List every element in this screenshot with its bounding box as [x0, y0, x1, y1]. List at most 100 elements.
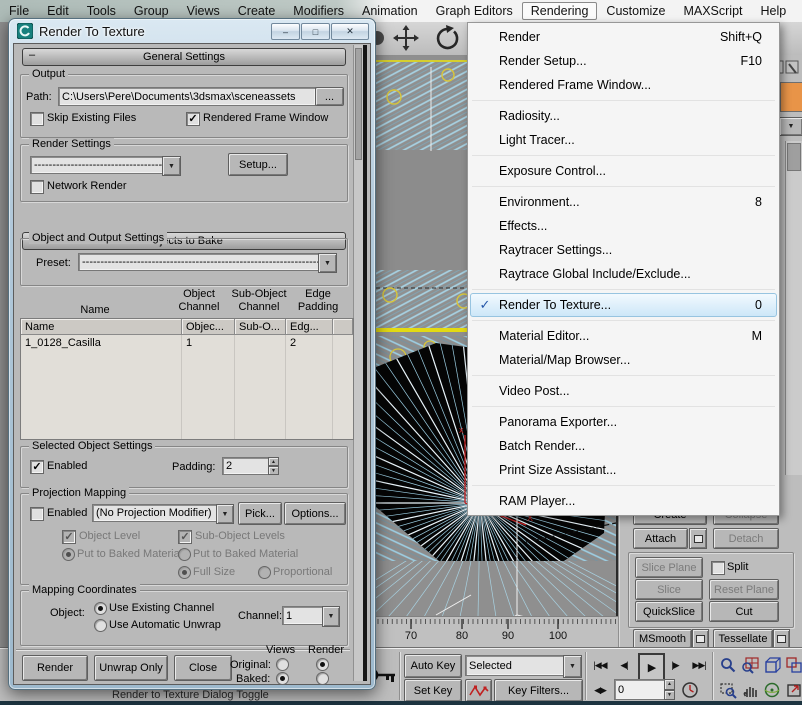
play-button[interactable]: ▶ [638, 653, 665, 681]
minimize-button[interactable]: – [271, 23, 300, 40]
menu-help[interactable]: Help [752, 2, 796, 20]
rollout-general-settings[interactable]: – General Settings [22, 48, 346, 66]
time-configuration-button[interactable] [679, 679, 701, 700]
sub-object-levels-checkbox[interactable]: ✓ [178, 530, 192, 544]
use-existing-channel-radio[interactable] [94, 602, 107, 615]
zoom-extents-all-button[interactable] [783, 653, 802, 676]
menu-rendering[interactable]: Rendering [522, 2, 598, 20]
default-tangent-button[interactable] [465, 679, 492, 702]
selection-set-dropdown[interactable]: Selected [465, 655, 571, 676]
col-sub-object-channel[interactable]: Sub-O... [235, 319, 286, 335]
slice-button[interactable]: Slice [635, 579, 703, 600]
go-to-end-button[interactable]: ▶▶| [688, 655, 710, 676]
proportional-radio[interactable] [258, 566, 271, 579]
preset-dropdown-arrow[interactable]: ▼ [318, 253, 337, 273]
tessellate-button[interactable]: Tessellate [713, 629, 773, 649]
next-frame-button[interactable]: |▶ [664, 655, 686, 676]
put-to-baked-sub-radio[interactable] [178, 548, 191, 561]
original-views-radio[interactable] [276, 658, 289, 671]
slice-plane-button[interactable]: Slice Plane [635, 557, 703, 578]
network-render-checkbox[interactable] [30, 180, 44, 194]
set-key-button[interactable]: Set Key [404, 679, 462, 702]
channel-dropdown-arrow[interactable]: ▼ [322, 606, 340, 627]
padding-field[interactable]: 2 [222, 457, 274, 475]
skip-existing-checkbox[interactable] [30, 112, 44, 126]
menu-item-raytrace-global[interactable]: Raytrace Global Include/Exclude... [470, 262, 777, 286]
zoom-all-button[interactable] [739, 653, 760, 676]
baked-render-radio[interactable] [316, 672, 329, 685]
auto-key-button[interactable]: Auto Key [404, 654, 462, 678]
menu-item-material-map-browser[interactable]: Material/Map Browser... [470, 348, 777, 372]
frame-spinner[interactable]: ▲▼ [664, 679, 675, 700]
render-button[interactable]: Render [22, 655, 88, 681]
menu-item-render-setup[interactable]: Render Setup...F10 [470, 49, 777, 73]
projection-modifier-dropdown-arrow[interactable]: ▼ [216, 504, 234, 524]
unwrap-only-button[interactable]: Unwrap Only [94, 655, 168, 681]
original-render-radio[interactable] [316, 658, 329, 671]
menu-item-print-size-assistant[interactable]: Print Size Assistant... [470, 458, 777, 482]
tessellate-settings-button[interactable] [773, 629, 790, 649]
menu-item-video-post[interactable]: Video Post... [470, 379, 777, 403]
go-to-start-button[interactable]: |◀◀ [589, 655, 611, 676]
maximize-viewport-toggle-button[interactable] [783, 678, 802, 701]
key-mode-toggle-button[interactable]: ◀▶ [589, 680, 611, 700]
browse-button[interactable]: ... [315, 87, 344, 106]
projection-modifier-dropdown[interactable]: (No Projection Modifier) [92, 504, 222, 522]
detach-button[interactable]: Detach [713, 528, 779, 549]
maximize-button[interactable]: □ [301, 23, 330, 40]
menu-graph-editors[interactable]: Graph Editors [427, 2, 522, 20]
timeline-ruler[interactable]: 70 80 90 100 [376, 616, 618, 649]
previous-frame-button[interactable]: ◀| [613, 655, 635, 676]
baked-views-radio[interactable] [276, 672, 289, 685]
use-automatic-unwrap-radio[interactable] [94, 619, 107, 632]
menu-item-light-tracer[interactable]: Light Tracer... [470, 128, 777, 152]
projection-enabled-checkbox[interactable] [30, 507, 44, 521]
close-dialog-button[interactable]: Close [174, 655, 232, 681]
rotate-icon[interactable] [438, 25, 457, 48]
region-zoom-button[interactable] [717, 678, 738, 701]
menu-item-ram-player[interactable]: RAM Player... [470, 489, 777, 513]
menu-maxscript[interactable]: MAXScript [674, 2, 751, 20]
menu-item-panorama-exporter[interactable]: Panorama Exporter... [470, 410, 777, 434]
full-size-radio[interactable] [178, 566, 191, 579]
pan-button[interactable] [739, 678, 760, 701]
object-level-checkbox[interactable]: ✓ [62, 530, 76, 544]
selection-set-dropdown-arrow[interactable]: ▼ [563, 655, 582, 678]
quickslice-button[interactable]: QuickSlice [635, 601, 703, 622]
menu-item-render[interactable]: RenderShift+Q [470, 25, 777, 49]
render-preset-dropdown-arrow[interactable]: ▼ [162, 156, 181, 176]
col-name[interactable]: Name [21, 319, 182, 335]
zoom-extents-button[interactable] [761, 653, 782, 676]
current-frame-field[interactable]: 0 [614, 679, 670, 700]
menu-item-exposure-control[interactable]: Exposure Control... [470, 159, 777, 183]
col-object-channel[interactable]: Objec... [182, 319, 235, 335]
enabled-checkbox[interactable]: ✓ [30, 460, 44, 474]
menu-item-effects[interactable]: Effects... [470, 214, 777, 238]
dialog-titlebar[interactable]: Render To Texture – □ ✕ [9, 19, 375, 43]
pick-button[interactable]: Pick... [238, 502, 282, 525]
render-preset-dropdown[interactable]: ---------------------------------------- [30, 156, 168, 174]
put-to-baked-object-radio[interactable] [62, 548, 75, 561]
panel-scrollbar[interactable] [785, 141, 802, 475]
cut-button[interactable]: Cut [709, 601, 779, 622]
table-row[interactable]: 1_0128_Casilla 1 2 [21, 335, 353, 351]
padding-spinner[interactable]: ▲▼ [268, 457, 279, 475]
preset-dropdown[interactable]: ----------------------------------------… [78, 253, 324, 271]
split-checkbox[interactable] [711, 561, 725, 575]
setup-button[interactable]: Setup... [228, 153, 288, 176]
path-field[interactable]: C:\Users\Pere\Documents\3dsmax\sceneasse… [58, 87, 316, 106]
menu-item-rendered-frame-window[interactable]: Rendered Frame Window... [470, 73, 777, 97]
panel-dropdown-arrow[interactable]: ▼ [779, 117, 802, 136]
menu-customize[interactable]: Customize [597, 2, 674, 20]
key-filters-button[interactable]: Key Filters... [494, 679, 583, 702]
reset-plane-button[interactable]: Reset Plane [709, 579, 779, 600]
menu-item-raytracer-settings[interactable]: Raytracer Settings... [470, 238, 777, 262]
msmooth-settings-button[interactable] [692, 629, 709, 649]
object-color-swatch[interactable] [780, 82, 802, 112]
rendered-frame-window-checkbox[interactable]: ✓ [186, 112, 200, 126]
msmooth-button[interactable]: MSmooth [633, 629, 692, 649]
dialog-scrollbar[interactable] [353, 45, 363, 681]
menu-item-render-to-texture[interactable]: ✓ Render To Texture... 0 [470, 293, 777, 317]
snap-icon[interactable] [376, 31, 384, 45]
menu-item-material-editor[interactable]: Material Editor...M [470, 324, 777, 348]
